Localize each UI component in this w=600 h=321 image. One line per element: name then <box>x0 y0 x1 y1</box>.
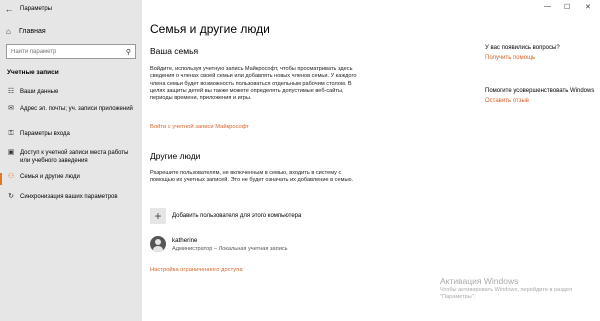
nav-home[interactable]: ⌂ Главная <box>0 24 142 38</box>
sidebar-item-label: Доступ к учетной записи места работы или… <box>20 150 129 164</box>
user-account-type: Администратор – Локальная учетная запись <box>172 245 288 252</box>
avatar <box>150 236 166 252</box>
sync-icon: ↻ <box>8 193 14 200</box>
main-content: — ☐ ✕ Семья и другие люди Ваша семья Вой… <box>142 0 600 321</box>
sidebar-item-label: Семья и другие люди <box>20 174 80 180</box>
close-button[interactable]: ✕ <box>585 3 591 11</box>
other-people-description: Разрешите пользователям, не включенным в… <box>150 170 354 184</box>
sidebar-item-family[interactable]: ⚇ Семья и другие люди <box>0 173 142 185</box>
back-arrow-icon[interactable]: ← <box>0 0 18 18</box>
section-title: Учетные записи <box>7 69 59 76</box>
sidebar: ← Параметры ⌂ Главная ⚲ Учетные записи ☷… <box>0 0 142 321</box>
add-user-label: Добавить пользователя для этого компьюте… <box>172 213 302 219</box>
family-description: Войдите, используя учетную запись Майкро… <box>150 66 357 102</box>
watermark-title: Активация Windows <box>440 276 519 286</box>
plus-icon: + <box>150 208 166 224</box>
feedback-link[interactable]: Оставить отзыв <box>485 97 595 105</box>
sidebar-item-label: Адрес эл. почты; уч. записи приложений <box>20 106 133 112</box>
app-title: Параметры <box>20 6 52 12</box>
minimize-button[interactable]: — <box>544 3 551 10</box>
sign-in-microsoft-link[interactable]: Войти с учетной записи Майкрософт <box>150 124 249 130</box>
sidebar-item-label: Параметры входа <box>20 131 70 137</box>
watermark-subtitle: Чтобы активировать Windows, перейдите в … <box>440 287 573 300</box>
nav-home-label: Главная <box>19 27 46 35</box>
person-card-icon: ☷ <box>7 88 15 95</box>
search-input[interactable] <box>11 48 121 55</box>
improve-windows-label: Помогите усовершенствовать Windows <box>485 88 595 94</box>
user-name: katherine <box>172 236 198 244</box>
add-user-button[interactable]: + Добавить пользователя для этого компью… <box>150 208 301 224</box>
sidebar-item-your-info[interactable]: ☷ Ваши данные <box>0 88 142 96</box>
sidebar-item-work-access[interactable]: ▣ Доступ к учетной записи места работы и… <box>0 149 142 165</box>
sidebar-item-label: Синхронизация ваших параметров <box>20 194 118 200</box>
briefcase-icon: ▣ <box>7 149 15 156</box>
family-icon: ⚇ <box>7 173 15 180</box>
sidebar-item-sign-in-options[interactable]: ⚿ Параметры входа <box>0 130 142 138</box>
email-icon: ✉ <box>8 105 14 112</box>
title-bar: ← Параметры <box>0 0 142 18</box>
key-icon: ⚿ <box>8 130 14 137</box>
home-icon: ⌂ <box>6 26 11 36</box>
search-icon[interactable]: ⚲ <box>126 48 131 56</box>
questions-label: У вас появились вопросы? <box>485 45 560 51</box>
page-title: Семья и другие люди <box>150 22 270 36</box>
assigned-access-link[interactable]: Настройка ограниченного доступа <box>150 267 243 273</box>
maximize-button[interactable]: ☐ <box>564 3 570 11</box>
user-entry[interactable]: katherine Администратор – Локальная учет… <box>150 236 288 252</box>
other-people-heading: Другие люди <box>150 151 201 161</box>
get-help-link[interactable]: Получить помощь <box>485 54 595 62</box>
family-heading: Ваша семья <box>150 46 199 56</box>
sidebar-item-email-accounts[interactable]: ✉ Адрес эл. почты; уч. записи приложений <box>0 105 142 113</box>
sidebar-item-label: Ваши данные <box>20 89 59 95</box>
search-box[interactable]: ⚲ <box>6 44 136 59</box>
activation-watermark: Активация Windows Чтобы активировать Win… <box>440 276 590 301</box>
sidebar-item-sync[interactable]: ↻ Синхронизация ваших параметров <box>0 193 142 201</box>
